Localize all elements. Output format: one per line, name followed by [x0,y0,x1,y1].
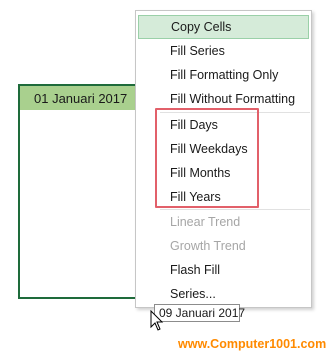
cell-value: 01 Januari 2017 [34,91,128,106]
menu-item-fill-formatting-only[interactable]: Fill Formatting Only [137,63,310,87]
mouse-pointer-icon [150,310,164,331]
site-watermark: www.Computer1001.com [178,337,327,351]
menu-item-flash-fill[interactable]: Flash Fill [137,258,310,282]
menu-item-fill-series[interactable]: Fill Series [137,39,310,63]
date-fill-options-highlight [155,108,259,208]
menu-item-copy-cells[interactable]: Copy Cells [138,15,309,39]
menu-item-growth-trend: Growth Trend [170,239,246,253]
menu-item-series[interactable]: Series... [137,282,310,306]
menu-item-linear-trend: Linear Trend [170,215,241,229]
selected-cell-header[interactable]: 01 Januari 2017 [18,84,148,111]
fill-preview-tooltip: 09 Januari 2017 [154,304,245,322]
selected-range-box[interactable] [18,110,148,299]
